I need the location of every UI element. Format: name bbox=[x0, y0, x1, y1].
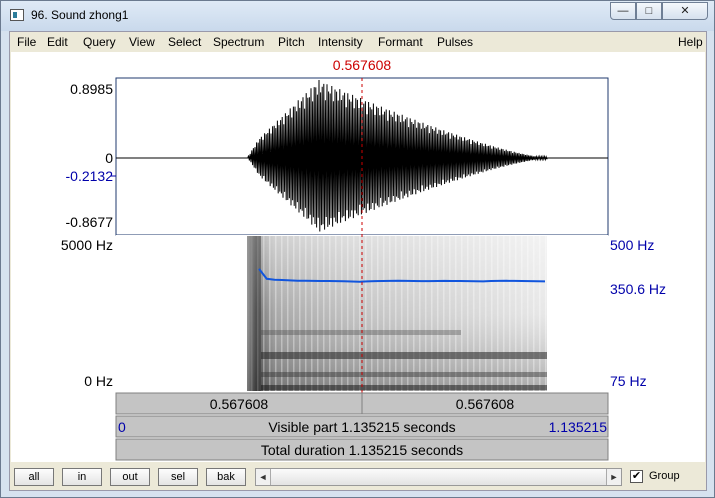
menu-pitch[interactable]: Pitch bbox=[278, 35, 305, 49]
waveform-zero-label: 0 bbox=[105, 150, 113, 166]
menu-select[interactable]: Select bbox=[168, 35, 201, 49]
pitch-max-label: 500 Hz bbox=[610, 237, 654, 253]
close-button[interactable]: ✕ bbox=[662, 2, 708, 20]
zoom-in-button[interactable]: in bbox=[62, 468, 102, 486]
zoom-all-button[interactable]: all bbox=[14, 468, 54, 486]
cursor-time-label: 0.567608 bbox=[333, 57, 392, 73]
menu-help[interactable]: Help bbox=[678, 35, 703, 49]
window-title: 96. Sound zhong1 bbox=[31, 8, 129, 22]
spectrogram-texture bbox=[247, 236, 547, 391]
group-label: Group bbox=[649, 470, 680, 482]
scroll-thumb[interactable] bbox=[270, 469, 607, 485]
menu-intensity[interactable]: Intensity bbox=[318, 35, 363, 49]
zoom-out-button[interactable]: out bbox=[110, 468, 150, 486]
zoom-selection-button[interactable]: sel bbox=[158, 468, 198, 486]
praat-app-icon bbox=[10, 9, 24, 21]
menu-view[interactable]: View bbox=[129, 35, 155, 49]
menu-spectrum[interactable]: Spectrum bbox=[213, 35, 264, 49]
scroll-right-icon[interactable]: ► bbox=[607, 469, 621, 485]
visible-part-label: Visible part 1.135215 seconds bbox=[268, 419, 455, 435]
menu-query[interactable]: Query bbox=[83, 35, 116, 49]
total-duration-label: Total duration 1.135215 seconds bbox=[261, 442, 463, 458]
maximize-button[interactable]: □ bbox=[636, 2, 662, 20]
menu-pulses[interactable]: Pulses bbox=[437, 35, 473, 49]
menu-formant[interactable]: Formant bbox=[378, 35, 423, 49]
waveform-cursor-value: -0.2132 bbox=[66, 168, 114, 184]
title-bar[interactable]: 96. Sound zhong1 — □ ✕ bbox=[1, 1, 714, 31]
menu-edit[interactable]: Edit bbox=[47, 35, 68, 49]
editor-client-area: File Edit Query View Select Spectrum Pit… bbox=[9, 31, 707, 491]
zoom-back-button[interactable]: bak bbox=[206, 468, 246, 486]
waveform-max-label: 0.8985 bbox=[70, 81, 113, 97]
scroll-left-icon[interactable]: ◄ bbox=[256, 469, 270, 485]
horizontal-scrollbar[interactable]: ◄ ► bbox=[255, 468, 622, 486]
editor-drawing[interactable]: 0.567608 0.8985 0 -0.2132 -0.8677 5000 H… bbox=[11, 52, 705, 462]
visible-end-label: 1.135215 bbox=[549, 419, 608, 435]
time-cell-right-label: 0.567608 bbox=[456, 396, 515, 412]
spectrogram-min-freq: 0 Hz bbox=[84, 373, 113, 389]
waveform-min-label: -0.8677 bbox=[66, 214, 114, 230]
pitch-min-label: 75 Hz bbox=[610, 373, 647, 389]
minimize-button[interactable]: — bbox=[610, 2, 636, 20]
bottom-toolbar: all in out sel bak ◄ ► ✔ Group bbox=[10, 464, 706, 490]
time-cell-left-label: 0.567608 bbox=[210, 396, 269, 412]
spectrogram-max-freq: 5000 Hz bbox=[61, 237, 113, 253]
praat-sound-window: 96. Sound zhong1 — □ ✕ File Edit Query V… bbox=[0, 0, 715, 498]
group-checkbox[interactable]: ✔ bbox=[630, 470, 643, 483]
menu-bar: File Edit Query View Select Spectrum Pit… bbox=[10, 32, 706, 51]
menu-file[interactable]: File bbox=[17, 35, 36, 49]
pitch-current-label: 350.6 Hz bbox=[610, 281, 666, 297]
sound-editor-canvas[interactable]: 0.567608 0.8985 0 -0.2132 -0.8677 5000 H… bbox=[11, 52, 705, 462]
visible-start-label: 0 bbox=[118, 419, 126, 435]
